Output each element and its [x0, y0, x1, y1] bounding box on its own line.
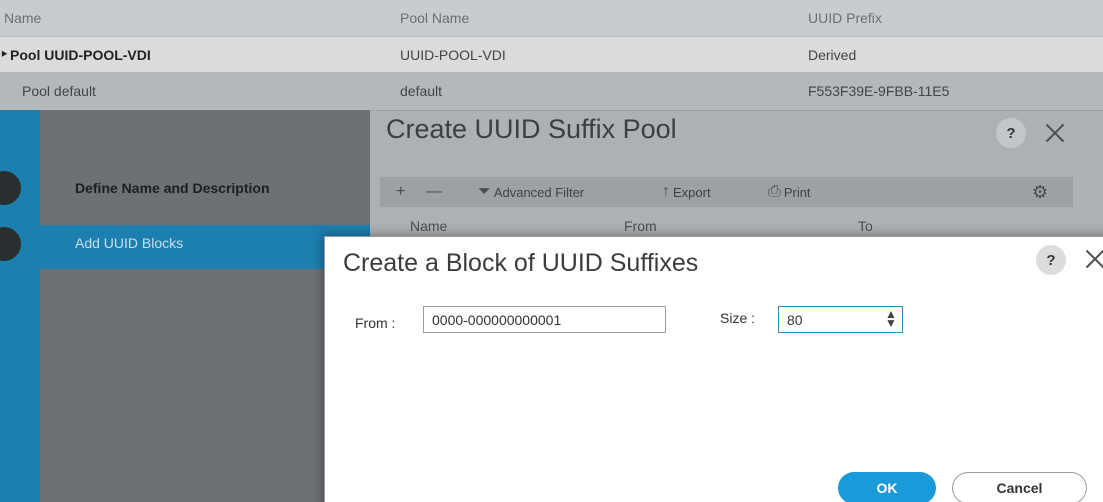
spinner-icon[interactable]: ▲ ▼	[884, 308, 898, 329]
filter-icon: ⏷	[478, 183, 491, 200]
close-icon[interactable]	[1042, 120, 1068, 146]
gear-icon[interactable]: ⚙	[1032, 177, 1051, 207]
advanced-filter-button[interactable]: ⏷ Advanced Filter	[478, 177, 584, 207]
wizard-nav	[40, 110, 370, 502]
table-row[interactable]: ‣ Pool UUID-POOL-VDI UUID-POOL-VDI Deriv…	[0, 37, 1103, 73]
column-header-uuid-prefix[interactable]: UUID Prefix	[808, 0, 882, 36]
wizard-help-icon[interactable]: ?	[996, 118, 1026, 148]
wizard-step-add-uuid-blocks[interactable]: Add UUID Blocks	[75, 235, 183, 251]
from-input[interactable]	[423, 306, 666, 333]
close-icon[interactable]	[1082, 246, 1103, 272]
row-prefix: Derived	[808, 46, 857, 63]
print-icon: ⎙	[768, 183, 781, 200]
size-label: Size :	[720, 310, 756, 326]
row-pool-name: default	[400, 83, 443, 99]
expand-arrow-icon[interactable]: ‣	[0, 37, 8, 72]
column-header-to[interactable]: To	[858, 218, 873, 234]
export-button[interactable]: ↑ Export	[662, 177, 711, 207]
print-button[interactable]: ⎙ Print	[768, 177, 811, 207]
cancel-button[interactable]: Cancel	[952, 472, 1087, 502]
advanced-filter-label: Advanced Filter	[493, 184, 585, 200]
from-label: From :	[355, 315, 396, 331]
export-icon: ↑	[662, 183, 670, 200]
uuid-pool-table: Name Pool Name UUID Prefix ‣ Pool UUID-P…	[0, 0, 1103, 110]
column-header-pool-name[interactable]: Pool Name	[400, 0, 469, 36]
export-label: Export	[673, 184, 711, 200]
wizard-step-define-name[interactable]: Define Name and Description	[75, 180, 270, 196]
table-header: Name Pool Name UUID Prefix	[0, 0, 1103, 37]
wizard-title: Create UUID Suffix Pool	[386, 114, 677, 144]
row-pool-name: UUID-POOL-VDI	[400, 46, 506, 63]
wizard-accent-bar	[0, 110, 40, 502]
wizard-toolbar: + — ⏷ Advanced Filter ↑ Export ⎙ Print ⚙	[380, 177, 1073, 207]
table-row[interactable]: Pool default default F553F39E-9FBB-11E5	[0, 73, 1103, 110]
add-icon[interactable]: +	[396, 177, 408, 207]
column-header-name[interactable]: Name	[410, 218, 447, 234]
print-label: Print	[783, 184, 811, 200]
ok-button[interactable]: OK	[838, 472, 936, 502]
modal-title: Create a Block of UUID Suffixes	[343, 249, 699, 277]
row-prefix: F553F39E-9FBB-11E5	[808, 83, 950, 99]
column-header-name[interactable]: Name	[4, 0, 41, 36]
row-name: Pool UUID-POOL-VDI	[10, 46, 151, 63]
remove-icon[interactable]: —	[426, 177, 445, 207]
row-name: Pool default	[22, 83, 96, 99]
column-header-from[interactable]: From	[624, 218, 657, 234]
modal-help-icon[interactable]: ?	[1036, 245, 1066, 275]
